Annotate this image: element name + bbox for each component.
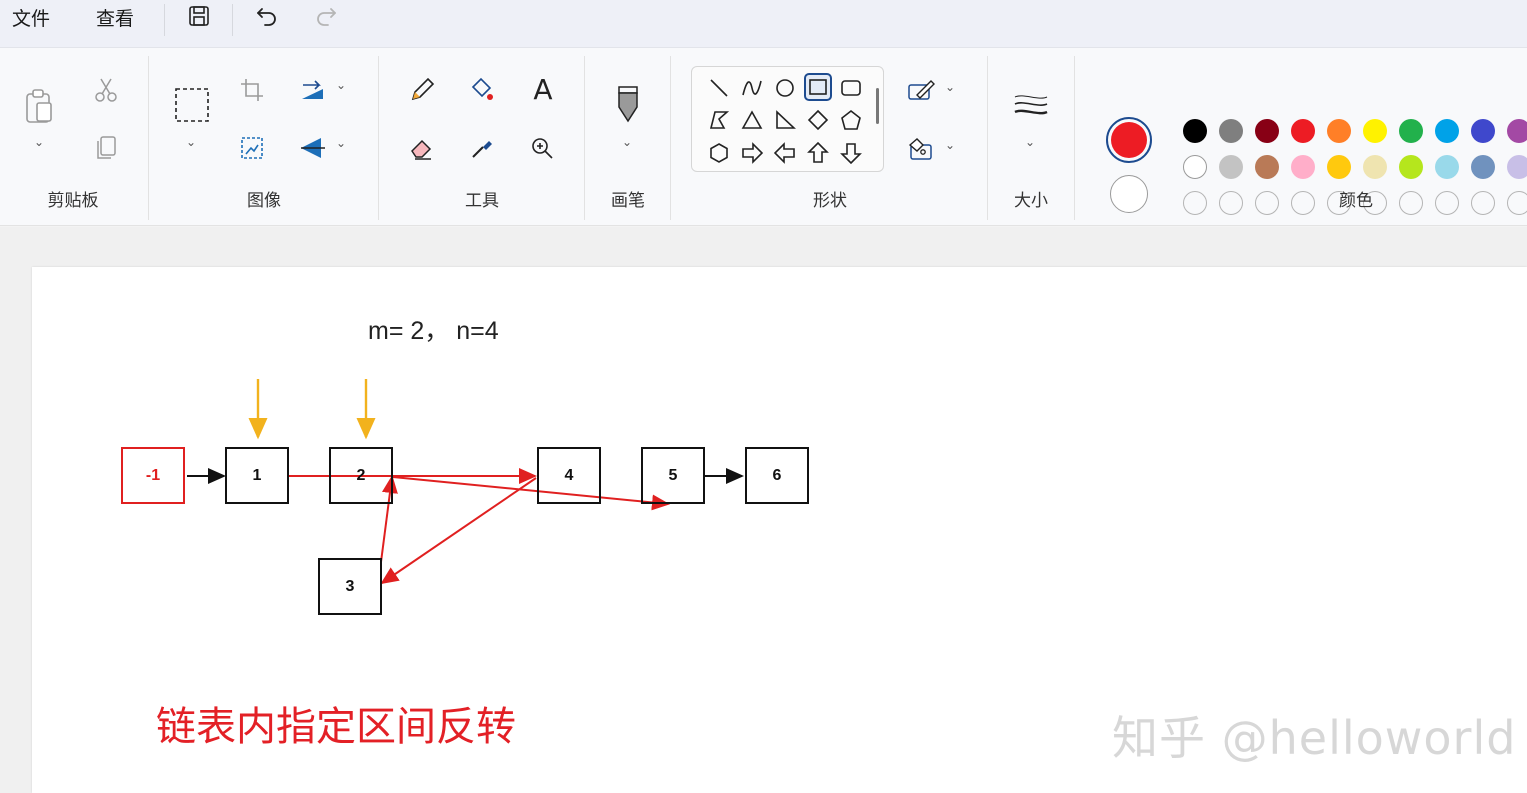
caption-text: 链表内指定区间反转 <box>156 704 516 750</box>
list-node: 2 <box>329 447 393 504</box>
relink-arrow <box>380 477 537 585</box>
list-node: 1 <box>225 447 289 504</box>
list-node: 5 <box>641 447 705 504</box>
list-node: 3 <box>318 558 382 615</box>
arrows-layer <box>187 379 744 585</box>
list-node: 4 <box>537 447 601 504</box>
list-node: 6 <box>745 447 809 504</box>
list-node-head: -1 <box>121 447 185 504</box>
watermark-text: 知乎 @helloworld <box>1112 711 1517 765</box>
